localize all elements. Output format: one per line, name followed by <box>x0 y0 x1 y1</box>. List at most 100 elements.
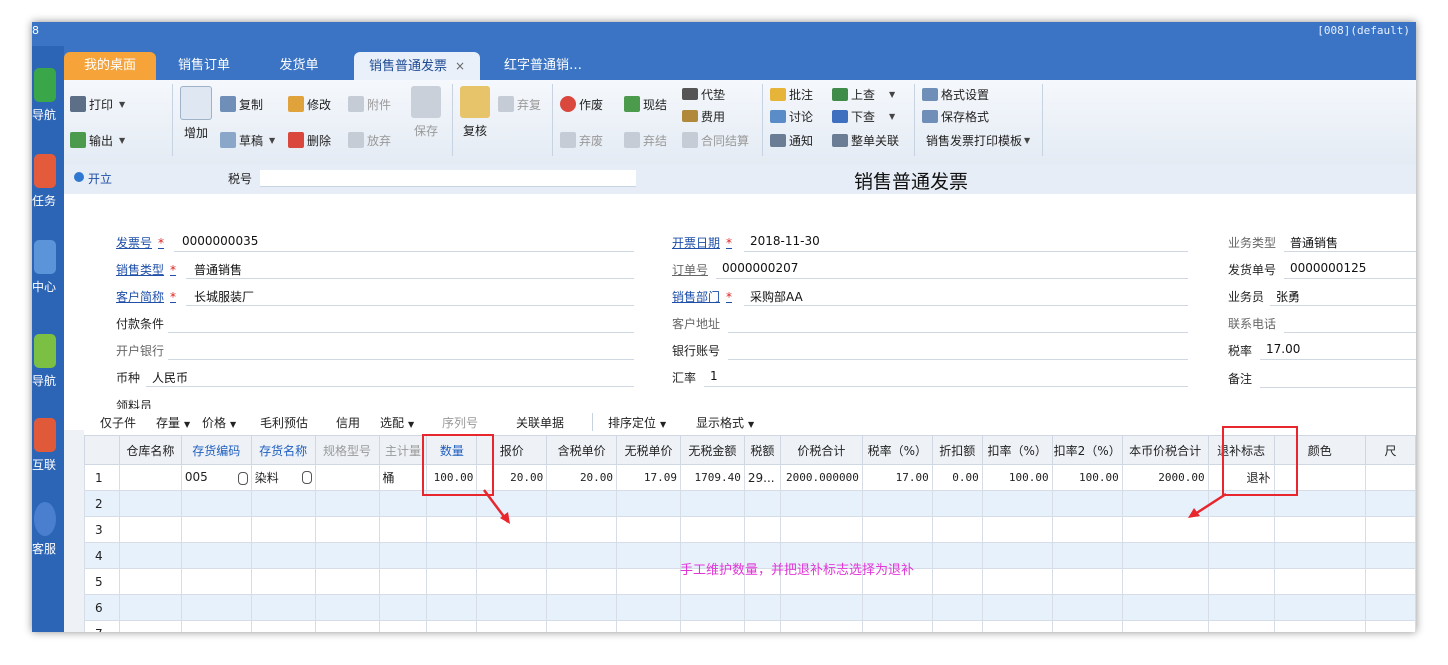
cell-rate1[interactable]: 100.00 <box>981 464 1053 491</box>
save-format-button[interactable]: 保存格式 <box>922 106 989 126</box>
col-local-total[interactable]: 本币价税合计 <box>1121 435 1209 465</box>
cell-item-code[interactable]: 005 <box>180 464 252 491</box>
sort-button[interactable]: 排序定位 ▼ <box>608 414 666 431</box>
child-only-button[interactable]: 仅子件 <box>100 414 136 431</box>
left-nav-item-tasks[interactable]: 任务 <box>32 154 64 226</box>
biz-type-field[interactable]: 普通销售 <box>1290 234 1338 251</box>
cell-discount[interactable]: 0.00 <box>931 464 983 491</box>
tab-sales-order[interactable]: 销售订单 <box>159 52 249 80</box>
cell-warehouse[interactable] <box>118 464 182 491</box>
sale-type-field[interactable]: 普通销售 <box>194 261 242 278</box>
contract-button[interactable]: 合同结算 <box>682 130 749 150</box>
cell-size[interactable] <box>1365 464 1416 491</box>
invoice-no-field[interactable]: 0000000035 <box>182 234 258 248</box>
prev-button[interactable]: 上查 ▼ <box>832 84 895 104</box>
add-button[interactable]: 增加 <box>178 86 214 141</box>
customer-label[interactable]: 客户简称 * <box>116 288 176 305</box>
cell-item-name[interactable]: 染料 <box>250 464 316 491</box>
delete-button[interactable]: 删除 <box>288 130 331 150</box>
table-row[interactable]: 7 <box>84 620 1416 632</box>
void-button[interactable]: 作废 <box>560 94 603 114</box>
tab-delivery[interactable]: 发货单 <box>254 52 344 80</box>
left-nav-item-navigation[interactable]: 导航 <box>32 68 64 140</box>
print-template-select[interactable]: 销售发票打印模板 ▼ <box>926 130 1030 150</box>
export-button[interactable]: 输出 ▼ <box>70 130 125 150</box>
annotate-button[interactable]: 批注 <box>770 84 813 104</box>
col-notax-amount[interactable]: 无税金额 <box>679 435 745 465</box>
col-rate2[interactable]: 扣率2（%） <box>1051 435 1123 465</box>
col-unit[interactable]: 主计量 <box>378 435 428 465</box>
rate-field[interactable]: 1 <box>710 369 718 383</box>
abandon-void-button[interactable]: 弃废 <box>560 130 603 150</box>
serial-button[interactable]: 序列号 <box>442 414 478 431</box>
salesman-field[interactable]: 张勇 <box>1276 288 1300 305</box>
col-discount[interactable]: 折扣额 <box>931 435 983 465</box>
cell-local-total[interactable]: 2000.00 <box>1121 464 1209 491</box>
currency-field[interactable]: 人民币 <box>152 369 188 386</box>
paperclip-icon[interactable] <box>301 471 312 484</box>
col-item-name[interactable]: 存货名称 <box>250 435 316 465</box>
cell-tax-rate[interactable]: 17.00 <box>861 464 933 491</box>
left-nav-item-navigation-2[interactable]: 导航 <box>32 334 64 406</box>
advance-button[interactable]: 代垫 <box>682 84 725 104</box>
next-button[interactable]: 下查 ▼ <box>832 106 895 126</box>
left-nav-item-center[interactable]: 中心 <box>32 240 64 312</box>
customer-field[interactable]: 长城服装厂 <box>194 288 254 305</box>
col-rate1[interactable]: 扣率（%） <box>981 435 1053 465</box>
table-row[interactable]: 3 <box>84 516 1416 543</box>
giveup-button[interactable]: 放弃 <box>348 130 391 150</box>
cell-rate2[interactable]: 100.00 <box>1051 464 1123 491</box>
save-button[interactable]: 保存 <box>410 86 442 139</box>
print-button[interactable]: 打印 ▼ <box>70 94 125 114</box>
abandon-cash-button[interactable]: 弃结 <box>624 130 667 150</box>
invoice-no-label[interactable]: 发票号 * <box>116 234 164 251</box>
fee-button[interactable]: 费用 <box>682 106 725 126</box>
left-nav-item-service[interactable]: 客服 <box>32 502 64 574</box>
copy-button[interactable]: 复制 <box>220 94 263 114</box>
pick-button[interactable]: 选配 ▼ <box>380 414 414 431</box>
col-spec[interactable]: 规格型号 <box>314 435 380 465</box>
dept-label[interactable]: 销售部门 * <box>672 288 732 305</box>
abandon-review-button[interactable]: 弃复 <box>498 94 541 114</box>
cell-notax-price[interactable]: 17.09 <box>616 464 681 491</box>
tax-no-input[interactable] <box>260 170 636 187</box>
cell-tax[interactable]: 29... <box>743 464 781 491</box>
draft-button[interactable]: 草稿 ▼ <box>220 130 275 150</box>
link-all-button[interactable]: 整单关联 <box>832 130 899 150</box>
col-tax-price[interactable]: 含税单价 <box>546 435 618 465</box>
discuss-button[interactable]: 讨论 <box>770 106 813 126</box>
cell-spec[interactable] <box>314 464 380 491</box>
col-tax-rate[interactable]: 税率（%） <box>861 435 933 465</box>
price-button[interactable]: 价格 ▼ <box>202 414 236 431</box>
tax-rate-field[interactable]: 17.00 <box>1266 342 1300 356</box>
col-notax-price[interactable]: 无税单价 <box>616 435 681 465</box>
left-nav-item-connect[interactable]: 互联 <box>32 418 64 490</box>
tab-red-invoice[interactable]: 红字普通销… <box>488 52 598 80</box>
credit-button[interactable]: 信用 <box>336 414 360 431</box>
col-item-code[interactable]: 存货编码 <box>180 435 252 465</box>
close-icon[interactable]: × <box>455 59 465 73</box>
cash-button[interactable]: 现结 <box>624 94 667 114</box>
cell-total[interactable]: 2000.000000 <box>779 464 863 491</box>
review-button[interactable]: 复核 <box>458 86 492 139</box>
related-doc-button[interactable]: 关联单据 <box>516 414 564 431</box>
sale-type-label[interactable]: 销售类型 * <box>116 261 176 278</box>
order-no-field[interactable]: 0000000207 <box>722 261 798 275</box>
invoice-date-label[interactable]: 开票日期 * <box>672 234 732 251</box>
cell-tax-price[interactable]: 20.00 <box>546 464 618 491</box>
notify-button[interactable]: 通知 <box>770 130 813 150</box>
ship-no-field[interactable]: 0000000125 <box>1290 261 1366 275</box>
format-setting-button[interactable]: 格式设置 <box>922 84 989 104</box>
stock-button[interactable]: 存量 ▼ <box>156 414 190 431</box>
table-row[interactable]: 1 005 染料 桶 100.00 20.00 20.00 17.09 1709… <box>84 464 1416 491</box>
dept-field[interactable]: 采购部AA <box>750 288 803 305</box>
invoice-date-field[interactable]: 2018-11-30 <box>750 234 820 248</box>
edit-button[interactable]: 修改 <box>288 94 331 114</box>
paperclip-icon[interactable] <box>237 472 248 485</box>
profit-button[interactable]: 毛利预估 <box>260 414 308 431</box>
tab-sales-invoice[interactable]: 销售普通发票 × <box>354 52 480 80</box>
col-total[interactable]: 价税合计 <box>779 435 863 465</box>
cell-notax-amount[interactable]: 1709.40 <box>679 464 745 491</box>
table-row[interactable]: 6 <box>84 594 1416 621</box>
col-warehouse[interactable]: 仓库名称 <box>118 435 182 465</box>
